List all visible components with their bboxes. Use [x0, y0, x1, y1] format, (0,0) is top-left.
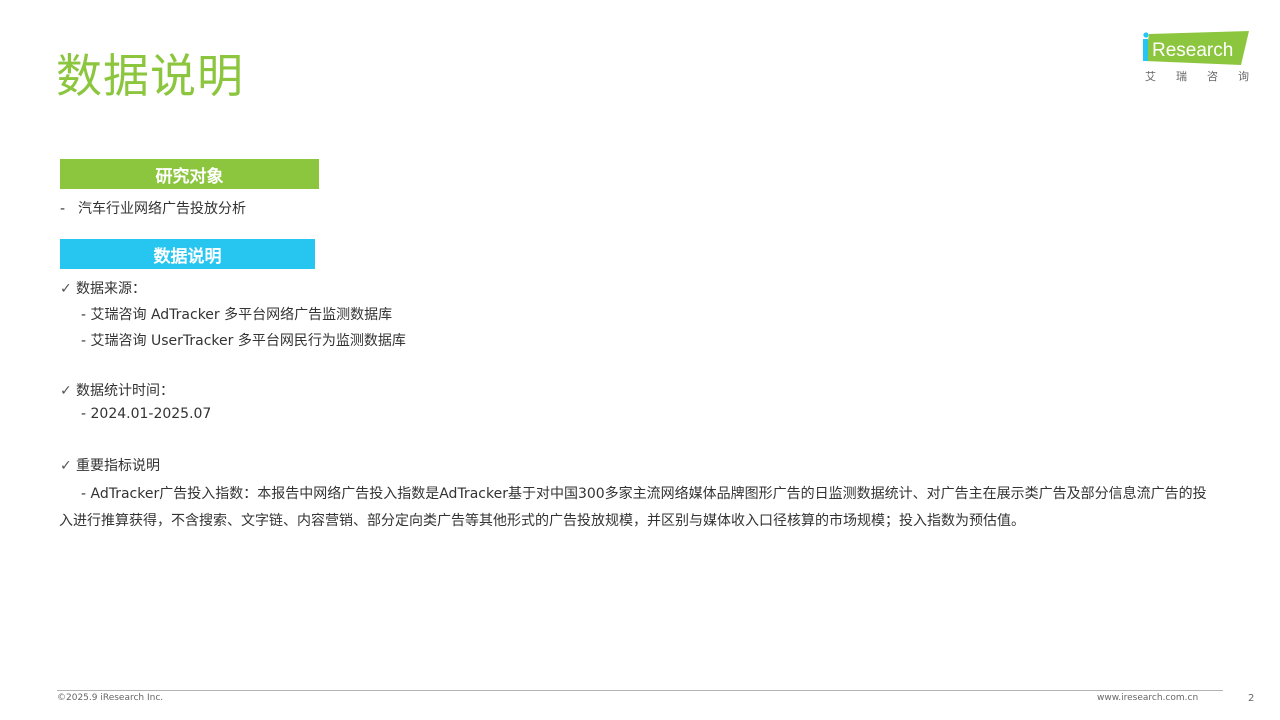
logo-blue-i-bar	[1143, 39, 1148, 61]
logo-subtitle: 艾 瑞 咨 询	[1145, 70, 1249, 84]
check-icon: ✓	[60, 458, 72, 474]
logo-blue-dot	[1143, 32, 1149, 38]
indicator-label-row: ✓ 重要指标说明	[60, 456, 160, 476]
data-source-label-row: ✓ 数据来源：	[60, 279, 146, 299]
research-object-item: - 汽车行业网络广告投放分析	[60, 199, 246, 219]
data-period-label-row: ✓ 数据统计时间：	[60, 381, 174, 401]
footer-divider	[57, 690, 1223, 691]
footer-copyright: ©2025.9 iResearch Inc.	[57, 693, 164, 703]
data-source-item: - 艾瑞咨询 UserTracker 多平台网民行为监测数据库	[81, 333, 406, 349]
iresearch-logo: Research 艾 瑞 咨 询	[1143, 31, 1253, 87]
logo-brand-text: Research	[1152, 40, 1233, 61]
page-number: 2	[1248, 693, 1255, 704]
logo-sub-char: 询	[1238, 70, 1249, 83]
page-title: 数据说明	[56, 49, 244, 103]
logo-sub-char: 艾	[1145, 70, 1156, 83]
data-note-heading: 数据说明	[60, 239, 315, 269]
indicator-text: - AdTracker广告投入指数：本报告中网络广告投入指数是AdTracker…	[59, 486, 1207, 529]
indicator-description: - AdTracker广告投入指数：本报告中网络广告投入指数是AdTracker…	[59, 481, 1219, 535]
indicator-label: 重要指标说明	[76, 458, 160, 474]
logo-sub-char: 瑞	[1176, 70, 1187, 83]
iresearch-logo-mark: Research	[1143, 31, 1249, 65]
data-period-value: - 2024.01-2025.07	[81, 406, 212, 422]
research-object-text: 汽车行业网络广告投放分析	[78, 201, 246, 217]
data-source-item: - 艾瑞咨询 AdTracker 多平台网络广告监测数据库	[81, 307, 393, 323]
footer-url: www.iresearch.com.cn	[1097, 693, 1199, 703]
logo-sub-char: 咨	[1207, 70, 1218, 83]
check-icon: ✓	[60, 281, 72, 297]
check-icon: ✓	[60, 383, 72, 399]
research-object-heading: 研究对象	[60, 159, 319, 189]
data-source-label: 数据来源：	[76, 281, 146, 297]
bullet-dash: -	[60, 201, 66, 217]
data-period-label: 数据统计时间：	[76, 383, 174, 399]
